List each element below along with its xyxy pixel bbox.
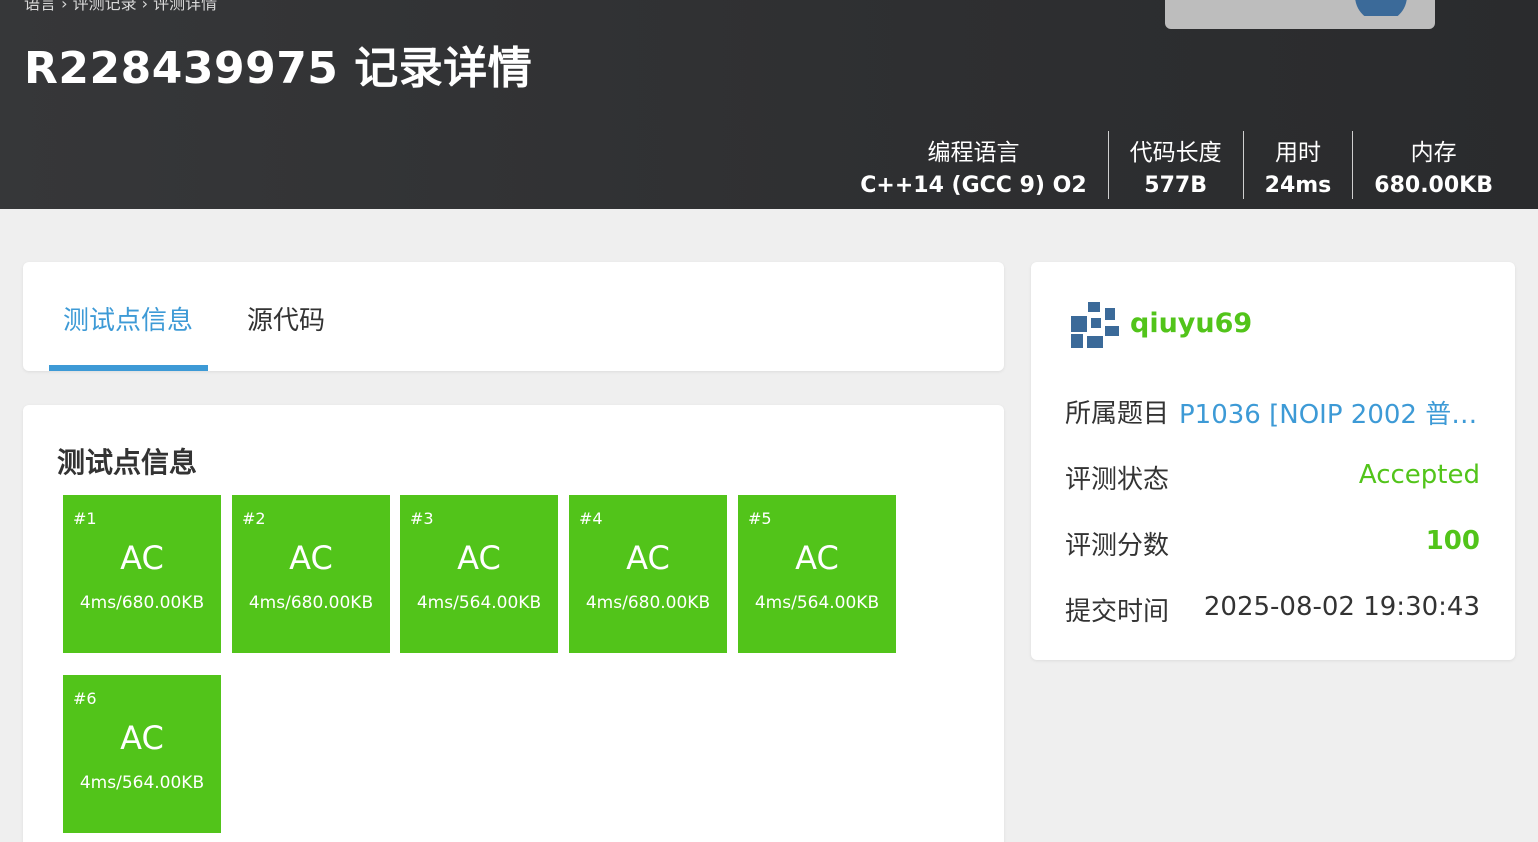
stat-code-length: 代码长度 577B	[1107, 131, 1243, 199]
stat-label: 代码长度	[1129, 140, 1222, 166]
test-case-detail: 4ms/680.00KB	[79, 593, 205, 613]
test-case-detail: 4ms/564.00KB	[416, 593, 542, 613]
info-label: 评测分数	[1065, 531, 1170, 561]
test-case-tile[interactable]: #1 AC 4ms/680.00KB	[63, 495, 221, 653]
stat-label: 用时	[1274, 140, 1321, 166]
user-avatar-icon[interactable]	[1069, 300, 1119, 350]
stat-value: 577B	[1144, 173, 1207, 198]
test-case-status: AC	[626, 539, 670, 577]
test-case-tile[interactable]: #4 AC 4ms/680.00KB	[569, 495, 727, 653]
score-value: 100	[1425, 526, 1480, 556]
test-case-number: #3	[410, 509, 434, 528]
tab-test-cases[interactable]: 测试点信息	[63, 300, 193, 337]
test-case-status: AC	[795, 539, 839, 577]
test-case-number: #1	[73, 509, 97, 528]
test-case-tile[interactable]: #5 AC 4ms/564.00KB	[738, 495, 896, 653]
test-case-number: #5	[748, 509, 772, 528]
tabs-card: 测试点信息 源代码	[23, 262, 1004, 371]
page-header: 语言 › 评测记录 › 评测详情 R228439975 记录详情 编程语言 C+…	[0, 0, 1538, 209]
test-case-status: AC	[289, 539, 333, 577]
stat-memory: 内存 680.00KB	[1352, 131, 1514, 199]
test-case-number: #2	[242, 509, 266, 528]
stat-language: 编程语言 C++14 (GCC 9) O2	[860, 131, 1107, 199]
test-case-tile[interactable]: #3 AC 4ms/564.00KB	[400, 495, 558, 653]
info-row-score: 评测分数 100	[1065, 525, 1480, 561]
stat-time: 用时 24ms	[1242, 131, 1353, 199]
info-row-status: 评测状态 Accepted	[1065, 459, 1480, 495]
test-case-number: #4	[579, 509, 603, 528]
test-case-number: #6	[73, 689, 97, 708]
test-case-detail: 4ms/680.00KB	[248, 593, 374, 613]
username-link[interactable]: qiuyu69	[1130, 308, 1252, 339]
stat-value: 680.00KB	[1374, 173, 1493, 198]
submission-stats: 编程语言 C++14 (GCC 9) O2 代码长度 577B 用时 24ms …	[860, 131, 1514, 199]
page-title: R228439975 记录详情	[24, 43, 533, 94]
test-case-detail: 4ms/564.00KB	[754, 593, 880, 613]
test-cases-card: 测试点信息 #1 AC 4ms/680.00KB #2 AC 4ms/680.0…	[23, 405, 1004, 842]
test-case-tile[interactable]: #2 AC 4ms/680.00KB	[232, 495, 390, 653]
breadcrumb[interactable]: 语言 › 评测记录 › 评测详情	[24, 0, 217, 14]
problem-link[interactable]: P1036 [NOIP 2002 普…	[1179, 394, 1477, 431]
info-row-time: 提交时间 2025-08-02 19:30:43	[1065, 591, 1480, 627]
stat-value: 24ms	[1264, 173, 1332, 198]
tab-source-code[interactable]: 源代码	[247, 300, 325, 337]
test-case-detail: 4ms/680.00KB	[585, 593, 711, 613]
test-case-status: AC	[457, 539, 501, 577]
test-case-status: AC	[120, 539, 164, 577]
submit-time-value: 2025-08-02 19:30:43	[1203, 592, 1480, 622]
active-tab-indicator	[49, 365, 208, 371]
info-row-problem: 所属题目 P1036 [NOIP 2002 普…	[1065, 393, 1480, 431]
test-case-status: AC	[120, 719, 164, 757]
header-avatar-icon	[1355, 0, 1407, 16]
stat-label: 编程语言	[927, 140, 1020, 166]
header-user-card[interactable]	[1165, 0, 1435, 29]
section-title: 测试点信息	[57, 446, 198, 479]
test-case-tile[interactable]: #6 AC 4ms/564.00KB	[63, 675, 221, 833]
info-label: 评测状态	[1065, 465, 1170, 495]
stat-label: 内存	[1410, 140, 1457, 166]
info-label: 所属题目	[1065, 399, 1170, 429]
stat-value: C++14 (GCC 9) O2	[860, 173, 1087, 198]
submission-info-card: qiuyu69 所属题目 P1036 [NOIP 2002 普… 评测状态 Ac…	[1031, 262, 1515, 660]
test-case-detail: 4ms/564.00KB	[79, 773, 205, 793]
status-value: Accepted	[1358, 460, 1480, 490]
info-label: 提交时间	[1065, 597, 1170, 627]
